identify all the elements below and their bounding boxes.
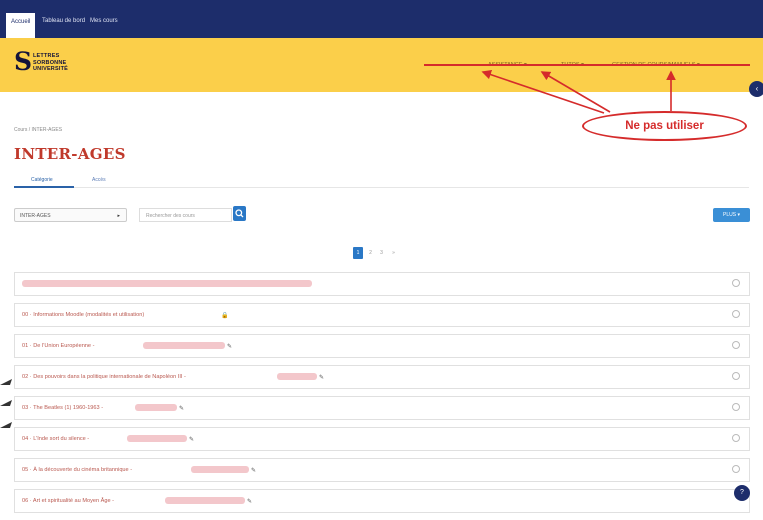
course-name[interactable]: 04 · L’Inde sort du silence - — [22, 436, 89, 442]
page-title: INTER-AGES — [14, 145, 126, 163]
redacted-text — [143, 342, 225, 349]
active-tab-indicator — [14, 186, 74, 188]
edit-icon: ✎ — [227, 344, 233, 350]
category-select[interactable]: INTER-AGES ▸ — [14, 208, 127, 222]
course-name[interactable]: 06 · Art et spiritualité au Moyen Âge - — [22, 498, 114, 504]
annotation-callout: Ne pas utiliser — [582, 111, 747, 141]
redacted-text — [277, 373, 317, 380]
breadcrumb[interactable]: Cours / INTER-AGES — [14, 127, 62, 133]
course-list: 00 · Informations Moodle (modalités et u… — [14, 272, 750, 520]
left-margin-arrow-icon — [0, 422, 12, 428]
course-name[interactable]: 00 · Informations Moodle (modalités et u… — [22, 312, 144, 318]
tab-categorie[interactable]: Catégorie — [31, 177, 53, 183]
edit-icon: ✎ — [251, 468, 257, 474]
sorbonne-logo[interactable]: S LETTRES SORBONNE UNIVERSITÉ — [14, 47, 74, 76]
logo-wordmark: LETTRES SORBONNE UNIVERSITÉ — [33, 53, 68, 73]
gear-icon[interactable] — [732, 434, 740, 442]
edit-icon: ✎ — [189, 437, 195, 443]
gear-icon[interactable] — [732, 465, 740, 473]
course-name[interactable]: 02 · Des pouvoirs dans la politique inte… — [22, 374, 186, 380]
gear-icon[interactable] — [732, 310, 740, 318]
course-row[interactable] — [14, 272, 750, 296]
search-button[interactable] — [233, 206, 246, 221]
left-margin-arrow-icon — [0, 379, 12, 385]
edit-icon: ✎ — [319, 375, 325, 381]
tab-divider — [14, 187, 749, 188]
course-row[interactable]: 00 · Informations Moodle (modalités et u… — [14, 303, 750, 327]
course-name[interactable]: 01 · De l’Union Européenne - — [22, 343, 94, 349]
course-row[interactable]: 04 · L’Inde sort du silence - ✎ — [14, 427, 750, 451]
page-2-button[interactable]: 2 — [366, 247, 375, 259]
left-margin-arrow-icon — [0, 400, 12, 406]
tab-tableau-de-bord[interactable]: Tableau de bord — [42, 18, 85, 24]
logo-line-3: UNIVERSITÉ — [33, 66, 69, 72]
redacted-text — [191, 466, 249, 473]
gear-icon[interactable] — [732, 403, 740, 411]
help-button[interactable]: ? — [734, 485, 750, 501]
lock-icon: 🔒 — [221, 313, 229, 319]
tab-accueil[interactable]: Accueil — [6, 13, 36, 38]
gear-icon[interactable] — [732, 372, 740, 380]
search-icon — [235, 209, 244, 218]
strikethrough-line — [424, 64, 750, 66]
course-row[interactable]: 01 · De l’Union Européenne - ✎ — [14, 334, 750, 358]
page-next-button[interactable]: » — [389, 247, 398, 259]
site-header: S LETTRES SORBONNE UNIVERSITÉ ASSISTANCE… — [0, 38, 763, 92]
logo-s-mark: S — [14, 47, 33, 76]
course-tabs: Catégorie Accès — [14, 171, 749, 186]
edit-icon: ✎ — [179, 406, 185, 412]
course-row[interactable]: 03 · The Beatles (1) 1960-1963 - ✎ — [14, 396, 750, 420]
drawer-toggle-button[interactable]: ‹ — [749, 81, 763, 97]
plus-menu-button[interactable]: PLUS ▾ — [713, 208, 750, 222]
course-name[interactable]: 03 · The Beatles (1) 1960-1963 - — [22, 405, 103, 411]
top-navigation-bar: Accueil Tableau de bord Mes cours — [0, 0, 763, 38]
course-search-input[interactable]: Rechercher des cours — [139, 208, 232, 222]
page-1-button[interactable]: 1 — [353, 247, 363, 259]
redacted-text — [127, 435, 187, 442]
redacted-text — [22, 280, 312, 287]
course-name[interactable]: 05 · À la découverte du cinéma britanniq… — [22, 467, 132, 473]
page-3-button[interactable]: 3 — [377, 247, 386, 259]
chevron-down-icon: ▸ — [117, 213, 120, 219]
gear-icon[interactable] — [732, 279, 740, 287]
course-row[interactable]: 06 · Art et spiritualité au Moyen Âge - … — [14, 489, 750, 513]
redacted-text — [135, 404, 177, 411]
redacted-text — [165, 497, 245, 504]
category-select-value: INTER-AGES — [20, 213, 51, 219]
gear-icon[interactable] — [732, 341, 740, 349]
course-row[interactable]: 05 · À la découverte du cinéma britanniq… — [14, 458, 750, 482]
tab-mes-cours[interactable]: Mes cours — [90, 18, 118, 24]
course-row[interactable]: 02 · Des pouvoirs dans la politique inte… — [14, 365, 750, 389]
tab-acces[interactable]: Accès — [92, 177, 106, 183]
